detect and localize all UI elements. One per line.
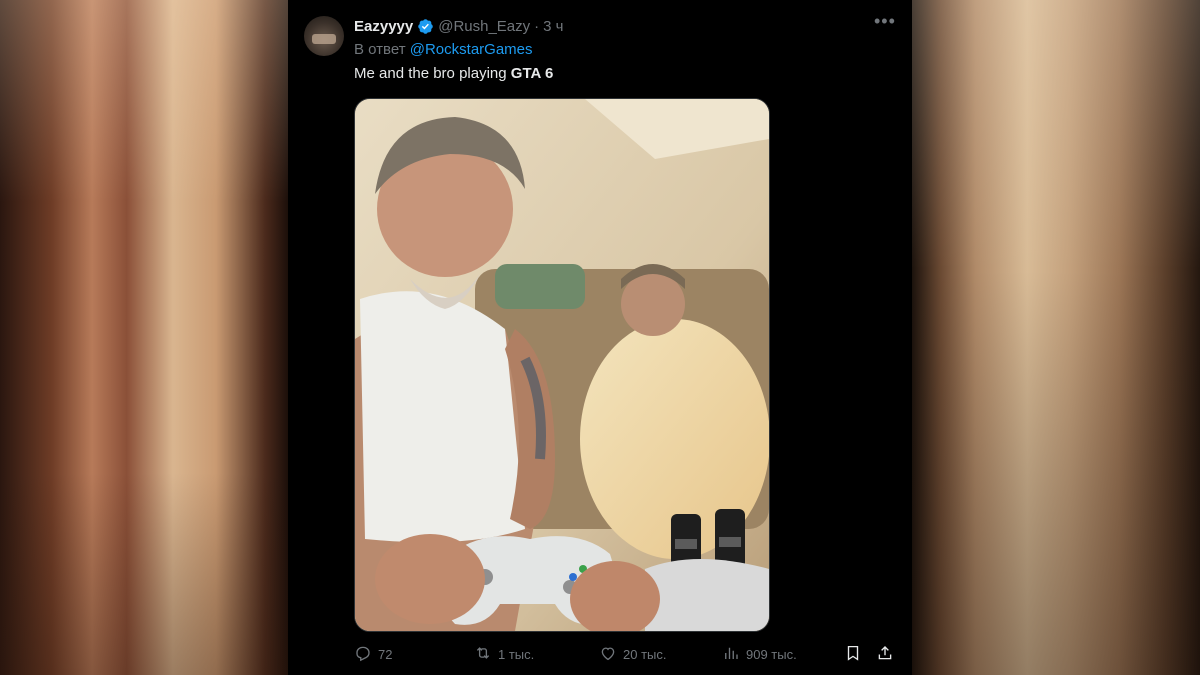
- bookmark-icon: [844, 644, 862, 665]
- views-chart-icon: [722, 644, 740, 665]
- separator-dot: ·: [534, 17, 540, 35]
- reply-icon: [354, 644, 372, 665]
- blurred-backdrop-left: [0, 0, 288, 675]
- tweet-media-photo[interactable]: [354, 98, 770, 632]
- tweet-text: Me and the bro playing GTA 6: [354, 65, 553, 82]
- tweet-text-bold: GTA 6: [510, 65, 554, 82]
- retweet-button[interactable]: 1 тыс.: [474, 644, 534, 665]
- handle[interactable]: @Rush_Eazy: [438, 18, 530, 35]
- heart-icon: [599, 644, 617, 665]
- tweet-header: Eazyyyy @Rush_Eazy · 3 ч: [354, 16, 563, 36]
- blurred-backdrop-right: [912, 0, 1200, 675]
- views-button[interactable]: 909 тыс.: [722, 644, 797, 665]
- reply-prefix: В ответ: [354, 41, 406, 58]
- display-name[interactable]: Eazyyyy: [354, 18, 413, 35]
- tweet-text-plain: Me and the bro playing: [354, 65, 511, 82]
- tweet-card[interactable]: Eazyyyy @Rush_Eazy · 3 ч ••• В ответ @Ro…: [288, 0, 912, 675]
- verified-badge-icon: [417, 18, 434, 35]
- share-icon: [876, 644, 894, 665]
- like-count: 20 тыс.: [623, 646, 667, 662]
- avatar[interactable]: [304, 16, 344, 56]
- reply-context: В ответ @RockstarGames: [354, 41, 533, 58]
- reply-button[interactable]: 72: [354, 644, 392, 665]
- reply-to-link[interactable]: @RockstarGames: [410, 41, 533, 58]
- views-count: 909 тыс.: [746, 646, 797, 662]
- bookmark-button[interactable]: [844, 644, 862, 665]
- reply-count: 72: [378, 646, 393, 662]
- more-options-icon[interactable]: •••: [874, 12, 895, 34]
- share-button[interactable]: [876, 644, 894, 665]
- timestamp[interactable]: 3 ч: [543, 18, 563, 35]
- tweet-actions-bar: 72 1 тыс. 20 тыс. 909 тыс.: [354, 643, 894, 665]
- retweet-icon: [474, 644, 492, 665]
- retweet-count: 1 тыс.: [498, 646, 535, 662]
- like-button[interactable]: 20 тыс.: [599, 644, 666, 665]
